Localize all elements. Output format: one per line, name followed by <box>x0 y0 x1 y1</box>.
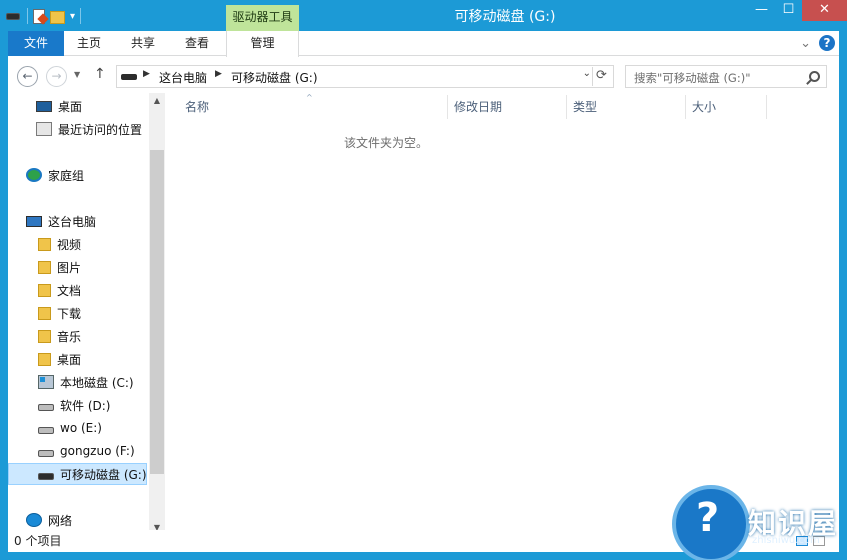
explorer-client: 文件 主页 共享 查看 管理 ⌄ ? ← → ▼ ↑ ▶ 这台电脑 ▶ 可移动磁… <box>8 31 839 552</box>
search-icon[interactable] <box>809 71 820 82</box>
column-header-size[interactable]: 大小 <box>686 95 767 119</box>
videos-folder-icon <box>38 237 51 251</box>
breadcrumb-this-pc[interactable]: 这台电脑 <box>159 69 207 86</box>
navigation-pane-scrollbar[interactable]: ▲ ▼ <box>149 93 165 536</box>
sidebar-item-label: 这台电脑 <box>48 214 97 229</box>
window-controls: — ☐ ✕ <box>748 0 847 21</box>
quick-access-toolbar: ▾ <box>6 6 82 26</box>
music-folder-icon <box>38 329 51 343</box>
watermark-url: zhishiwu.com <box>752 535 820 546</box>
window-frame: ▾ 驱动器工具 可移动磁盘 (G:) — ☐ ✕ 文件 主页 共享 查看 管理 … <box>0 0 847 560</box>
refresh-button[interactable]: ⟳ <box>592 67 610 86</box>
navigation-pane: 桌面 最近访问的位置 家庭组 这台电脑 视频 图片 文档 下载 音乐 桌面 本地… <box>8 93 165 536</box>
sidebar-item-label: 下载 <box>57 306 82 321</box>
homegroup-icon <box>26 168 42 182</box>
tab-share[interactable]: 共享 <box>122 31 164 56</box>
desktop-icon <box>36 100 52 112</box>
tab-home[interactable]: 主页 <box>68 31 110 56</box>
column-header-date-modified[interactable]: 修改日期 <box>448 95 567 119</box>
drive-icon <box>121 74 137 80</box>
sidebar-item-label: 图片 <box>57 260 82 275</box>
divider <box>80 8 82 24</box>
breadcrumb-separator-icon[interactable]: ▶ <box>215 69 222 79</box>
sidebar-item-label: 最近访问的位置 <box>58 122 143 137</box>
up-button[interactable]: ↑ <box>94 66 106 82</box>
address-bar[interactable]: ▶ 这台电脑 ▶ 可移动磁盘 (G:) ⌄ ⟳ <box>116 65 614 88</box>
breadcrumb-separator-icon[interactable]: ▶ <box>143 69 150 79</box>
sidebar-item-label: 可移动磁盘 (G:) <box>60 467 147 482</box>
breadcrumb-removable-disk[interactable]: 可移动磁盘 (G:) <box>231 69 318 86</box>
drive-icon[interactable] <box>6 8 22 24</box>
sidebar-item-label: 软件 (D:) <box>60 398 111 413</box>
drive-icon <box>38 403 54 411</box>
sidebar-item-label: wo (E:) <box>60 421 102 435</box>
sidebar-item-homegroup[interactable]: 家庭组 <box>26 164 166 186</box>
window-title: 可移动磁盘 (G:) <box>454 9 556 25</box>
expand-ribbon-chevron-icon[interactable]: ⌄ <box>800 36 811 51</box>
sidebar-item-this-pc[interactable]: 这台电脑 <box>26 210 166 232</box>
sidebar-item-label: 桌面 <box>58 99 83 114</box>
properties-icon[interactable] <box>33 8 45 24</box>
help-icon[interactable]: ? <box>819 35 835 51</box>
sort-ascending-icon: ^ <box>306 93 313 102</box>
address-dropdown-icon[interactable]: ⌄ <box>583 68 591 79</box>
tab-file[interactable]: 文件 <box>8 31 64 56</box>
scroll-up-arrow-icon[interactable]: ▲ <box>149 93 165 109</box>
recent-locations-chevron-icon[interactable]: ▼ <box>74 70 80 79</box>
column-header-name[interactable]: 名称 <box>179 95 448 119</box>
computer-icon <box>26 215 42 227</box>
drive-icon <box>38 449 54 457</box>
sidebar-item-label: 视频 <box>57 237 82 252</box>
maximize-button[interactable]: ☐ <box>775 0 802 21</box>
sidebar-item-label: 音乐 <box>57 329 82 344</box>
drive-tools-tab-group: 驱动器工具 <box>226 5 299 31</box>
search-placeholder: 搜索"可移动磁盘 (G:)" <box>634 71 751 85</box>
navigation-bar: ← → ▼ ↑ ▶ 这台电脑 ▶ 可移动磁盘 (G:) ⌄ ⟳ 搜索"可移动磁盘… <box>8 57 839 93</box>
new-folder-icon[interactable] <box>50 10 65 24</box>
drive-icon <box>38 426 54 434</box>
sidebar-item-label: 文档 <box>57 283 82 298</box>
network-icon <box>26 513 42 527</box>
customize-toolbar-chevron-icon[interactable]: ▾ <box>70 11 75 22</box>
ribbon-right-controls: ⌄ ? <box>800 35 835 51</box>
local-disk-icon <box>38 375 54 389</box>
ribbon-tabs: 文件 主页 共享 查看 管理 ⌄ ? <box>8 31 839 57</box>
sidebar-item-network[interactable]: 网络 <box>26 509 166 531</box>
title-bar: ▾ 驱动器工具 可移动磁盘 (G:) — ☐ ✕ <box>0 0 847 31</box>
tab-manage[interactable]: 管理 <box>226 31 299 57</box>
back-button[interactable]: ← <box>17 66 38 87</box>
documents-folder-icon <box>38 283 51 297</box>
tab-view[interactable]: 查看 <box>176 31 218 56</box>
sidebar-item-label: 家庭组 <box>48 168 85 183</box>
pictures-folder-icon <box>38 260 51 274</box>
sidebar-item-label: 桌面 <box>57 352 82 367</box>
desktop-folder-icon <box>38 352 51 366</box>
minimize-button[interactable]: — <box>748 0 775 21</box>
column-header-type[interactable]: 类型 <box>567 95 686 119</box>
recent-places-icon <box>36 122 52 136</box>
search-input[interactable]: 搜索"可移动磁盘 (G:)" <box>625 65 827 88</box>
sidebar-item-label: gongzuo (F:) <box>60 444 135 458</box>
sidebar-item-label: 网络 <box>48 513 73 528</box>
watermark-logo: ? <box>672 485 750 560</box>
usb-drive-icon <box>38 472 54 480</box>
sidebar-item-label: 本地磁盘 (C:) <box>60 375 134 390</box>
file-list[interactable]: 名称 ^ 修改日期 类型 大小 该文件夹为空。 <box>165 93 839 536</box>
sidebar-item-removable-disk-g[interactable]: 可移动磁盘 (G:) <box>8 463 147 485</box>
scrollbar-thumb[interactable] <box>150 150 164 474</box>
forward-button[interactable]: → <box>46 66 67 87</box>
watermark-question-icon: ? <box>696 495 720 541</box>
divider <box>27 8 28 24</box>
close-button[interactable]: ✕ <box>802 0 847 21</box>
empty-folder-message: 该文件夹为空。 <box>343 136 428 150</box>
item-count: 0 个项目 <box>14 534 62 548</box>
downloads-folder-icon <box>38 306 51 320</box>
